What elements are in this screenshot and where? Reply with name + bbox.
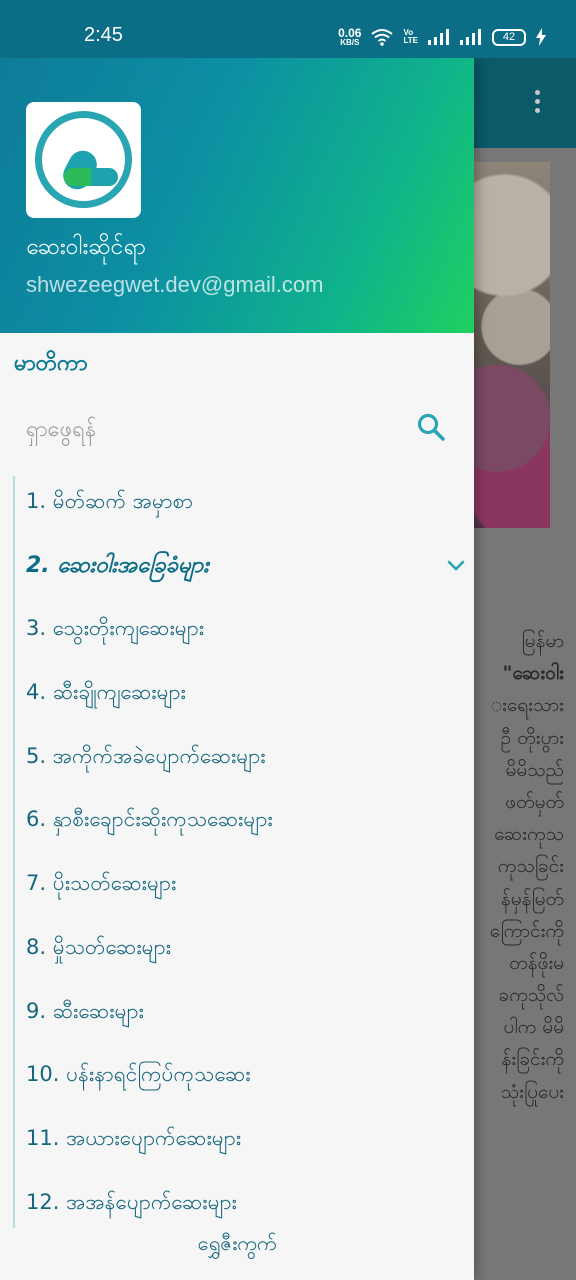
logo-ring bbox=[35, 111, 132, 208]
search-bar[interactable]: ရှာဖွေရန် bbox=[26, 408, 446, 452]
volte-icon: Vo LTE bbox=[403, 29, 418, 45]
article-line: ဖတ်မှတ် bbox=[505, 790, 564, 813]
search-input[interactable]: ရှာဖွေရန် bbox=[26, 414, 96, 447]
toc-item-label: 2. ဆေးဝါးအခြေခံများ bbox=[26, 552, 209, 578]
toc-item[interactable]: 2. ဆေးဝါးအခြေခံများ bbox=[26, 534, 466, 598]
signal-icon-2 bbox=[460, 29, 481, 45]
chevron-down-icon[interactable] bbox=[446, 556, 466, 576]
toc-item[interactable]: 12. အအန်ပျောက်ဆေးများ bbox=[26, 1171, 466, 1235]
toc-item-label: 11. အယားပျောက်ဆေးများ bbox=[26, 1125, 242, 1150]
article-line: သုံးပြုပေး bbox=[500, 1080, 564, 1103]
search-icon[interactable] bbox=[416, 412, 446, 442]
toc-list: 1. မိတ်ဆက် အမှာစာ 2. ဆေးဝါးအခြေခံများ 3. သ… bbox=[26, 470, 466, 1234]
toc-item[interactable]: 5. အကိုက်အခဲပျောက်ဆေးများ bbox=[26, 725, 466, 789]
footer-label: ရွှေဇီးကွက် bbox=[197, 1231, 277, 1255]
article-line: န်မှန်မြတ် bbox=[500, 887, 564, 910]
toc-item-label: 12. အအန်ပျောက်ဆေးများ bbox=[26, 1189, 237, 1214]
signal-icon bbox=[428, 29, 449, 45]
toc-item[interactable]: 1. မိတ်ဆက် အမှာစာ bbox=[26, 470, 466, 534]
status-bar: 2:45 0.06 KB/S Vo LTE 42 bbox=[0, 0, 576, 58]
app-name: ဆေးဝါးဆိုင်ရာ bbox=[26, 234, 147, 260]
toc-item[interactable]: 8. မှိုသတ်ဆေးများ bbox=[26, 916, 466, 980]
toc-item-label: 10. ပန်းနာရင်ကြပ်ကုသဆေး bbox=[26, 1062, 251, 1087]
wifi-icon bbox=[371, 29, 394, 46]
charging-icon bbox=[536, 28, 546, 46]
toc-item-label: 5. အကိုက်အခဲပျောက်ဆေးများ bbox=[26, 743, 266, 768]
toc-guide-line bbox=[13, 476, 15, 1228]
toc-item[interactable]: 4. ဆီးချိုကျဆေးများ bbox=[26, 661, 466, 725]
more-options-icon[interactable] bbox=[532, 90, 542, 120]
battery-icon: 42 bbox=[492, 28, 526, 46]
toc-item[interactable]: 9. ဆီးဆေးများ bbox=[26, 980, 466, 1044]
article-line: ဦ တိုးပွား bbox=[500, 726, 564, 749]
toc-item-label: 8. မှိုသတ်ဆေးများ bbox=[26, 934, 171, 959]
article-text: မြန်မာ "ဆေးဝါးးရေးသားဦ တိုးပွားမိမိသည်ဖတ်… bbox=[474, 625, 576, 1108]
toc-item[interactable]: 11. အယားပျောက်ဆေးများ bbox=[26, 1107, 466, 1171]
article-line: မိမိသည် bbox=[505, 758, 564, 781]
pills-image bbox=[474, 162, 550, 528]
status-icons: 0.06 KB/S Vo LTE 42 bbox=[338, 24, 546, 50]
toc-item[interactable]: 7. ပိုးသတ်ဆေးများ bbox=[26, 852, 466, 916]
article-line: မြန်မာ bbox=[521, 630, 564, 652]
article-line: းရေးသား bbox=[490, 694, 564, 717]
toc-item-label: 6. နှာစီးချောင်းဆိုးကုသဆေးများ bbox=[26, 807, 273, 832]
article-line: ခကုသိုလ် bbox=[498, 984, 564, 1007]
drawer-header: ဆေးဝါးဆိုင်ရာ shwezeegwet.dev@gmail.com bbox=[0, 58, 474, 333]
network-speed: 0.06 KB/S bbox=[338, 27, 361, 47]
toc-item[interactable]: 6. နှာစီးချောင်းဆိုးကုသဆေးများ bbox=[26, 788, 466, 852]
app-logo bbox=[26, 102, 141, 218]
status-time: 2:45 bbox=[84, 24, 123, 46]
article-line: ဆေးကုသ bbox=[494, 823, 564, 846]
article-line: "ဆေးဝါး bbox=[502, 662, 564, 685]
pill-icon bbox=[64, 168, 118, 186]
network-speed-unit: KB/S bbox=[340, 38, 360, 47]
navigation-drawer: ဆေးဝါးဆိုင်ရာ shwezeegwet.dev@gmail.com … bbox=[0, 58, 474, 1280]
developer-email: shwezeegwet.dev@gmail.com bbox=[26, 272, 324, 297]
toc-item[interactable]: 10. ပန်းနာရင်ကြပ်ကုသဆေး bbox=[26, 1043, 466, 1107]
volte-bottom: LTE bbox=[403, 36, 418, 45]
article-line: ပါက မိမိ bbox=[503, 1016, 564, 1039]
toc-item-label: 9. ဆီးဆေးများ bbox=[26, 998, 144, 1023]
toc-item-label: 7. ပိုးသတ်ဆေးများ bbox=[26, 871, 177, 896]
article-line: ကြောင်းကို bbox=[489, 919, 564, 942]
article-line: တန်ဖိုးမ bbox=[509, 951, 564, 974]
toc-item-label: 1. မိတ်ဆက် အမှာစာ bbox=[26, 489, 194, 513]
article-line: ကုသခြင်း bbox=[497, 855, 564, 878]
toc-title: မာတိကာ bbox=[14, 351, 88, 376]
battery-level: 42 bbox=[502, 31, 516, 43]
article-line: န်းခြင်းကို bbox=[501, 1048, 565, 1071]
toc-item-label: 3. သွေးတိုးကျဆေးများ bbox=[26, 616, 205, 641]
toc-item[interactable]: 3. သွေးတိုးကျဆေးများ bbox=[26, 597, 466, 661]
toc-item-label: 4. ဆီးချိုကျဆေးများ bbox=[26, 680, 186, 705]
